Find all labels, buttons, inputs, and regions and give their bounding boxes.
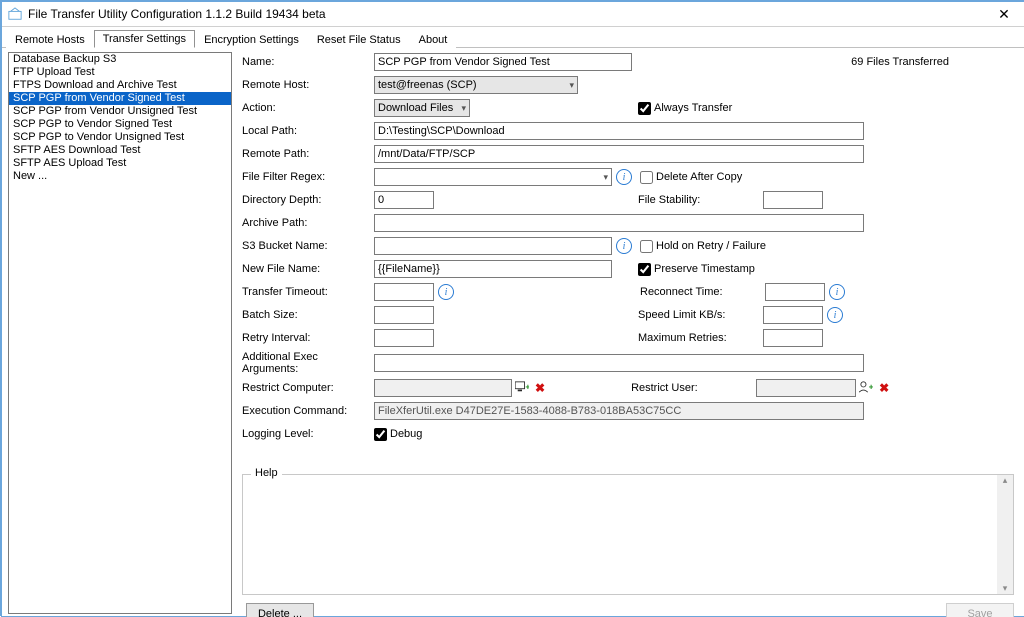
label-speed-limit: Speed Limit KB/s: xyxy=(638,309,763,321)
restrict-user-field xyxy=(756,379,856,397)
archive-path-field[interactable] xyxy=(374,214,864,232)
remove-user-icon[interactable]: ✖ xyxy=(879,381,889,395)
svg-text:+: + xyxy=(869,382,873,392)
label-file-stability: File Stability: xyxy=(638,194,763,206)
batch-size-field[interactable] xyxy=(374,306,434,324)
chevron-down-icon: ▾ xyxy=(457,103,466,114)
file-stability-field[interactable] xyxy=(763,191,823,209)
help-scrollbar[interactable]: ▴ ▾ xyxy=(997,475,1013,594)
label-directory-depth: Directory Depth: xyxy=(242,194,374,206)
local-path-field[interactable] xyxy=(374,122,864,140)
remote-host-select[interactable]: test@freenas (SCP) ▾ xyxy=(374,76,578,94)
label-transfer-timeout: Transfer Timeout: xyxy=(242,286,374,298)
speed-limit-field[interactable] xyxy=(763,306,823,324)
tab-reset-file-status[interactable]: Reset File Status xyxy=(308,31,410,48)
list-item[interactable]: Database Backup S3 xyxy=(9,53,231,66)
scroll-down-icon[interactable]: ▾ xyxy=(1003,583,1008,594)
label-s3-bucket: S3 Bucket Name: xyxy=(242,240,374,252)
list-item[interactable]: SFTP AES Upload Test xyxy=(9,157,231,170)
files-transferred: 69 Files Transferred xyxy=(851,56,1014,68)
close-button[interactable]: ✕ xyxy=(984,2,1024,26)
scroll-up-icon[interactable]: ▴ xyxy=(1003,475,1008,486)
list-item[interactable]: SCP PGP to Vendor Signed Test xyxy=(9,118,231,131)
label-action: Action: xyxy=(242,102,374,114)
chevron-down-icon: ▾ xyxy=(599,172,608,183)
titlebar: File Transfer Utility Configuration 1.1.… xyxy=(2,2,1024,27)
list-item[interactable]: FTPS Download and Archive Test xyxy=(9,79,231,92)
restrict-computer-field xyxy=(374,379,512,397)
remote-path-field[interactable] xyxy=(374,145,864,163)
tab-encryption-settings[interactable]: Encryption Settings xyxy=(195,31,308,48)
save-button: Save xyxy=(946,603,1014,617)
name-field[interactable] xyxy=(374,53,632,71)
list-item[interactable]: SCP PGP to Vendor Unsigned Test xyxy=(9,131,231,144)
label-name: Name: xyxy=(242,56,374,68)
label-remote-host: Remote Host: xyxy=(242,79,374,91)
label-additional-exec: Additional Exec Arguments: xyxy=(242,351,374,375)
action-select[interactable]: Download Files ▾ xyxy=(374,99,470,117)
bottom-buttons: Delete ... Save xyxy=(242,603,1014,617)
always-transfer-check[interactable]: Always Transfer xyxy=(638,102,732,115)
help-legend: Help xyxy=(251,467,282,479)
list-item[interactable]: SFTP AES Download Test xyxy=(9,144,231,157)
label-retry-interval: Retry Interval: xyxy=(242,332,374,344)
delete-after-copy-check[interactable]: Delete After Copy xyxy=(640,171,742,184)
chevron-down-icon: ▾ xyxy=(565,80,574,91)
label-maximum-retries: Maximum Retries: xyxy=(638,332,763,344)
tab-about[interactable]: About xyxy=(410,31,457,48)
delete-button[interactable]: Delete ... xyxy=(246,603,314,617)
file-filter-regex-combo[interactable]: ▾ xyxy=(374,168,612,186)
remove-computer-icon[interactable]: ✖ xyxy=(535,381,545,395)
sidebar[interactable]: Database Backup S3 FTP Upload Test FTPS … xyxy=(8,52,232,614)
debug-check[interactable]: Debug xyxy=(374,428,422,441)
tab-bar: Remote Hosts Transfer Settings Encryptio… xyxy=(2,27,1024,48)
add-user-icon[interactable]: + xyxy=(859,380,873,396)
label-reconnect-time: Reconnect Time: xyxy=(640,286,765,298)
transfer-timeout-field[interactable] xyxy=(374,283,434,301)
label-execution-command: Execution Command: xyxy=(242,405,374,417)
maximum-retries-field[interactable] xyxy=(763,329,823,347)
label-logging-level: Logging Level: xyxy=(242,428,374,440)
info-icon: i xyxy=(438,284,454,300)
add-computer-icon[interactable]: + xyxy=(515,380,529,396)
label-restrict-user: Restrict User: xyxy=(631,382,756,394)
label-restrict-computer: Restrict Computer: xyxy=(242,382,374,394)
additional-exec-field[interactable] xyxy=(374,354,864,372)
list-item[interactable]: New ... xyxy=(9,170,231,183)
svg-text:+: + xyxy=(525,382,529,392)
list-item[interactable]: SCP PGP from Vendor Unsigned Test xyxy=(9,105,231,118)
info-icon: i xyxy=(829,284,845,300)
preserve-timestamp-check[interactable]: Preserve Timestamp xyxy=(638,263,755,276)
directory-depth-field[interactable] xyxy=(374,191,434,209)
form-panel: Name: 69 Files Transferred Remote Host: … xyxy=(236,48,1024,617)
info-icon: i xyxy=(616,169,632,185)
reconnect-time-field[interactable] xyxy=(765,283,825,301)
list-item[interactable]: FTP Upload Test xyxy=(9,66,231,79)
main: Database Backup S3 FTP Upload Test FTPS … xyxy=(2,48,1024,617)
new-file-name-field[interactable] xyxy=(374,260,612,278)
label-archive-path: Archive Path: xyxy=(242,217,374,229)
execution-command-field xyxy=(374,402,864,420)
retry-interval-field[interactable] xyxy=(374,329,434,347)
help-textarea[interactable] xyxy=(251,481,1009,583)
info-icon: i xyxy=(827,307,843,323)
label-new-file-name: New File Name: xyxy=(242,263,374,275)
tab-transfer-settings[interactable]: Transfer Settings xyxy=(94,30,195,48)
list-item[interactable]: SCP PGP from Vendor Signed Test xyxy=(9,92,231,105)
help-group: Help ▴ ▾ xyxy=(242,474,1014,595)
s3-bucket-field[interactable] xyxy=(374,237,612,255)
label-remote-path: Remote Path: xyxy=(242,148,374,160)
label-file-filter-regex: File Filter Regex: xyxy=(242,171,374,183)
hold-on-retry-check[interactable]: Hold on Retry / Failure xyxy=(640,240,766,253)
tab-remote-hosts[interactable]: Remote Hosts xyxy=(6,31,94,48)
label-local-path: Local Path: xyxy=(242,125,374,137)
label-batch-size: Batch Size: xyxy=(242,309,374,321)
app-icon xyxy=(8,7,22,21)
info-icon: i xyxy=(616,238,632,254)
window-title: File Transfer Utility Configuration 1.1.… xyxy=(28,7,984,21)
